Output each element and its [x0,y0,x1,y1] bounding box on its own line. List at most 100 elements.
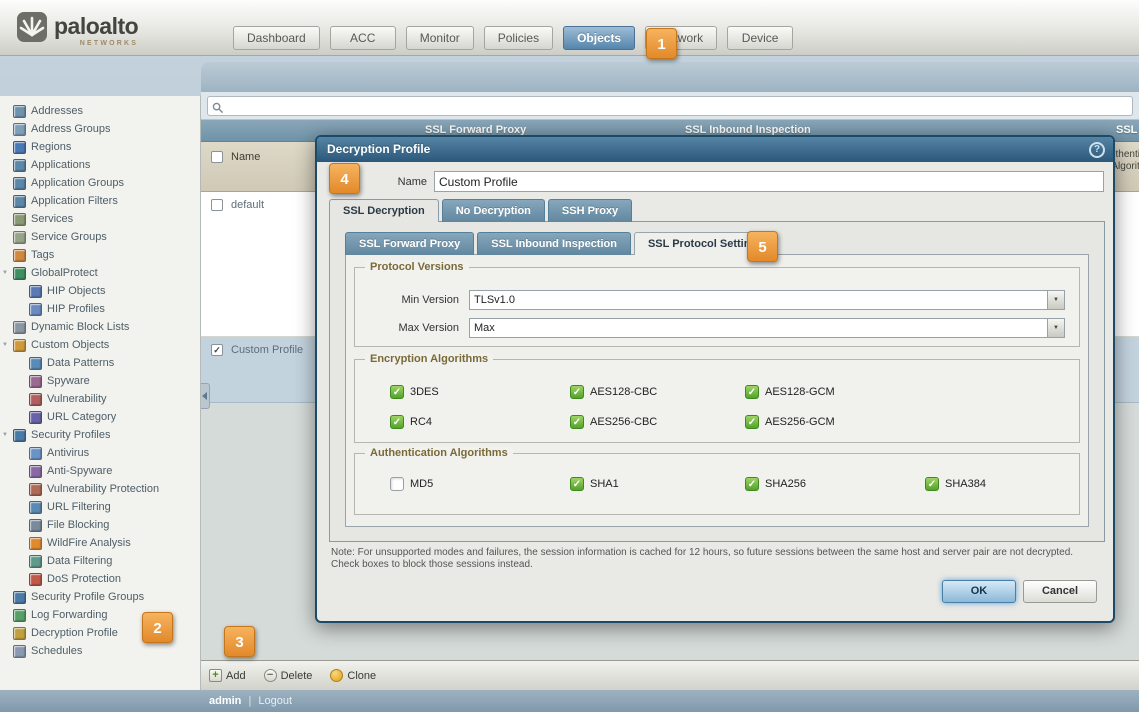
sidebar-item-wildfire-analysis[interactable]: WildFire Analysis [0,534,200,552]
sidebar-item-url-filtering[interactable]: URL Filtering [0,498,200,516]
sidebar-item-service-groups[interactable]: Service Groups [0,228,200,246]
sha1-checkbox[interactable]: SHA1 [570,476,619,492]
status-divider: | [248,695,251,707]
sidebar-item-globalprotect[interactable]: GlobalProtect [0,264,200,282]
help-icon[interactable]: ? [1089,142,1105,158]
subtab-ssl-inbound-inspection[interactable]: SSL Inbound Inspection [477,232,631,255]
aes256-cbc-checkbox[interactable]: AES256-CBC [570,414,657,430]
tab-dashboard[interactable]: Dashboard [233,26,320,50]
row-checkbox-checked[interactable] [211,344,223,356]
checkbox-label: SHA256 [765,478,806,490]
authentication-algorithms-title: Authentication Algorithms [365,447,513,459]
md5-checkbox[interactable]: MD5 [390,476,433,492]
sidebar-item-security-profile-groups[interactable]: Security Profile Groups [0,588,200,606]
sha384-checkbox[interactable]: SHA384 [925,476,986,492]
logout-link[interactable]: Logout [258,695,292,707]
sidebar-collapse-handle[interactable] [201,383,210,409]
sidebar-item-spyware[interactable]: Spyware [0,372,200,390]
tab-monitor[interactable]: Monitor [406,26,474,50]
sidebar-item-hip-profiles[interactable]: HIP Profiles [0,300,200,318]
regions-icon [13,141,26,154]
chevron-down-icon[interactable] [1047,291,1064,309]
applications-icon [13,159,26,172]
sidebar-item-application-groups[interactable]: Application Groups [0,174,200,192]
max-version-select[interactable]: Max [469,318,1065,338]
sidebar-item-schedules[interactable]: Schedules [0,642,200,660]
sidebar-item-dos-protection[interactable]: DoS Protection [0,570,200,588]
sidebar-item-addresses[interactable]: Addresses [0,102,200,120]
checkbox-label: 3DES [410,386,439,398]
sidebar-item-file-blocking[interactable]: File Blocking [0,516,200,534]
chevron-down-icon[interactable] [1047,319,1064,337]
clone-button[interactable]: Clone [330,669,376,682]
sidebar-item-vulnerability[interactable]: Vulnerability [0,390,200,408]
expand-arrow-icon[interactable] [2,270,13,276]
cancel-button[interactable]: Cancel [1023,580,1097,603]
3des-checkbox[interactable]: 3DES [390,384,439,400]
subtab-ssl-forward-proxy[interactable]: SSL Forward Proxy [345,232,474,255]
sidebar-item-applications[interactable]: Applications [0,156,200,174]
sidebar-item-label: Application Groups [31,177,124,189]
logged-in-user: admin [209,695,241,707]
delete-button[interactable]: Delete [264,669,313,682]
aes128-cbc-checkbox[interactable]: AES128-CBC [570,384,657,400]
decryption-type-tabs: SSL DecryptionNo DecryptionSSH Proxy [329,199,632,222]
addresses-icon [13,105,26,118]
sidebar-item-label: Application Filters [31,195,118,207]
add-button[interactable]: Add [209,669,246,682]
tab-no-decryption[interactable]: No Decryption [442,199,545,222]
tab-objects[interactable]: Objects [563,26,635,50]
brand-logo: paloalto NETWORKS [16,11,138,43]
sidebar-item-custom-objects[interactable]: Custom Objects [0,336,200,354]
sidebar-item-services[interactable]: Services [0,210,200,228]
column-header-ssl-protocol-settings[interactable]: SSL Protocol Settings [1116,124,1139,136]
select-all-checkbox[interactable] [211,151,223,163]
tab-policies[interactable]: Policies [484,26,553,50]
unchecked-checkbox-icon [390,477,404,491]
min-version-value: TLSv1.0 [474,294,515,306]
sidebar-item-application-filters[interactable]: Application Filters [0,192,200,210]
tab-acc[interactable]: ACC [330,26,396,50]
expand-arrow-icon[interactable] [2,342,13,348]
ok-button[interactable]: OK [942,580,1016,603]
sidebar-item-label: Vulnerability Protection [47,483,159,495]
sidebar-item-vulnerability-protection[interactable]: Vulnerability Protection [0,480,200,498]
sidebar-item-url-category[interactable]: URL Category [0,408,200,426]
dos-protection-icon [29,573,42,586]
sha256-checkbox[interactable]: SHA256 [745,476,806,492]
tab-ssl-decryption[interactable]: SSL Decryption [329,199,439,222]
aes256-gcm-checkbox[interactable]: AES256-GCM [745,414,835,430]
antivirus-icon [29,447,42,460]
main-nav: DashboardACCMonitorPoliciesObjectsNetwor… [233,26,793,50]
sidebar-item-tags[interactable]: Tags [0,246,200,264]
status-bar: admin | Logout [0,690,1139,712]
filter-input[interactable] [228,98,1128,114]
filter-bar [201,92,1139,120]
brand-name: paloalto [54,13,138,39]
sidebar-item-data-filtering[interactable]: Data Filtering [0,552,200,570]
checked-checkbox-icon [745,385,759,399]
column-header-name[interactable]: Name [231,151,260,163]
dialog-title-bar[interactable]: Decryption Profile [317,137,1113,162]
row-checkbox[interactable] [211,199,223,211]
step-badge-4: 4 [329,163,360,194]
sidebar-item-anti-spyware[interactable]: Anti-Spyware [0,462,200,480]
decryption-profile-dialog: Decryption Profile ? Name SSL Decryption… [315,135,1115,623]
tab-ssh-proxy[interactable]: SSH Proxy [548,199,632,222]
sidebar-item-regions[interactable]: Regions [0,138,200,156]
sidebar-item-label: Tags [31,249,54,261]
min-version-select[interactable]: TLSv1.0 [469,290,1065,310]
application-filters-icon [13,195,26,208]
aes128-gcm-checkbox[interactable]: AES128-GCM [745,384,835,400]
name-field[interactable] [434,171,1104,192]
sidebar-item-hip-objects[interactable]: HIP Objects [0,282,200,300]
sidebar-item-label: Schedules [31,645,82,657]
sidebar-item-security-profiles[interactable]: Security Profiles [0,426,200,444]
rc4-checkbox[interactable]: RC4 [390,414,432,430]
sidebar-item-data-patterns[interactable]: Data Patterns [0,354,200,372]
expand-arrow-icon[interactable] [2,432,13,438]
sidebar-item-address-groups[interactable]: Address Groups [0,120,200,138]
tab-device[interactable]: Device [727,26,793,50]
sidebar-item-dynamic-block-lists[interactable]: Dynamic Block Lists [0,318,200,336]
sidebar-item-antivirus[interactable]: Antivirus [0,444,200,462]
